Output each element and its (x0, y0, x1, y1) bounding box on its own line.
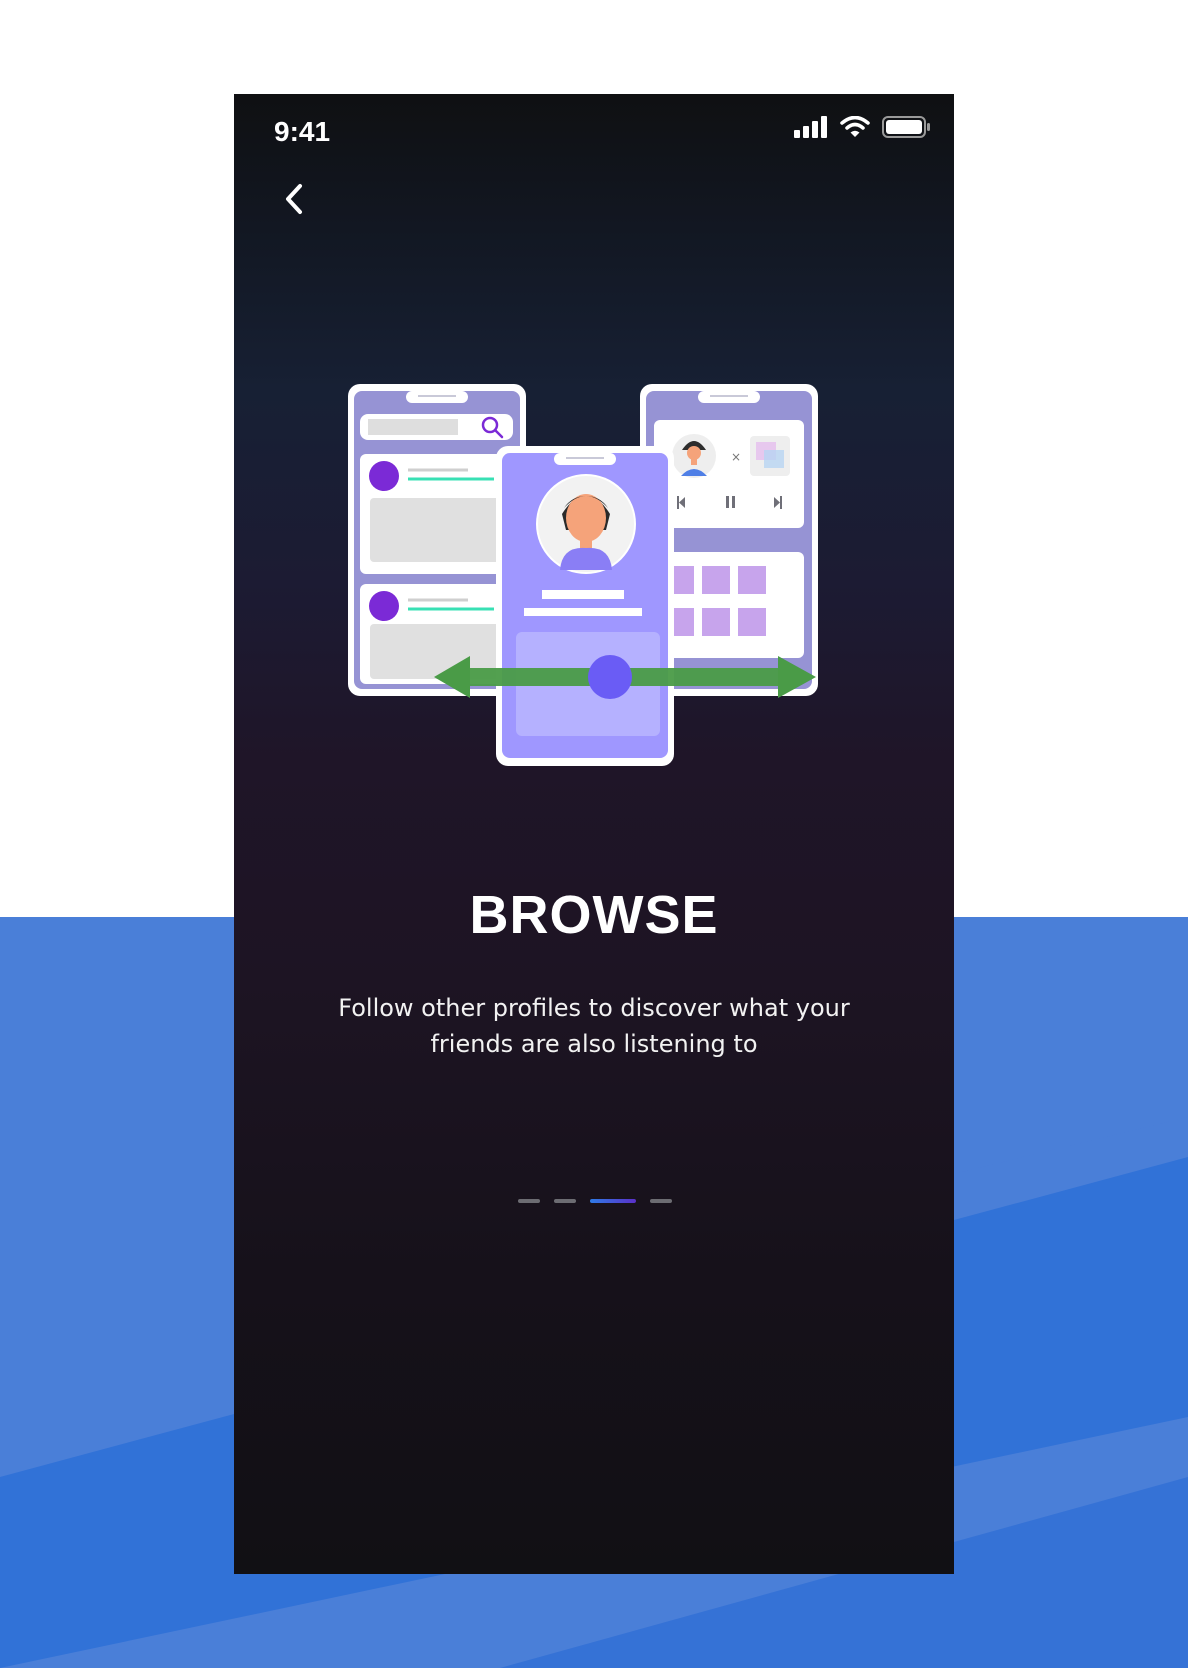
back-button[interactable] (274, 174, 314, 224)
cellular-signal-icon (794, 116, 828, 142)
onboarding-illustration: × (346, 384, 836, 774)
onboarding-subtitle: Follow other profiles to discover what y… (338, 994, 850, 1058)
phone-screen: 9:41 × BROWSE Follow other profiles to d… (234, 94, 954, 1574)
page-indicator-dot[interactable] (518, 1199, 540, 1203)
page-indicator (518, 1199, 672, 1203)
onboarding-title: BROWSE (469, 885, 719, 945)
wifi-icon (840, 115, 870, 142)
phone-mockup-center (496, 446, 674, 766)
page-indicator-dot-active[interactable] (590, 1199, 636, 1203)
status-icons (794, 115, 930, 142)
status-time: 9:41 (274, 116, 331, 147)
battery-icon (882, 116, 930, 142)
page-indicator-dot[interactable] (650, 1199, 672, 1203)
page-indicator-dot[interactable] (554, 1199, 576, 1203)
chevron-left-icon (274, 184, 314, 228)
svg-text:×: × (731, 450, 741, 464)
